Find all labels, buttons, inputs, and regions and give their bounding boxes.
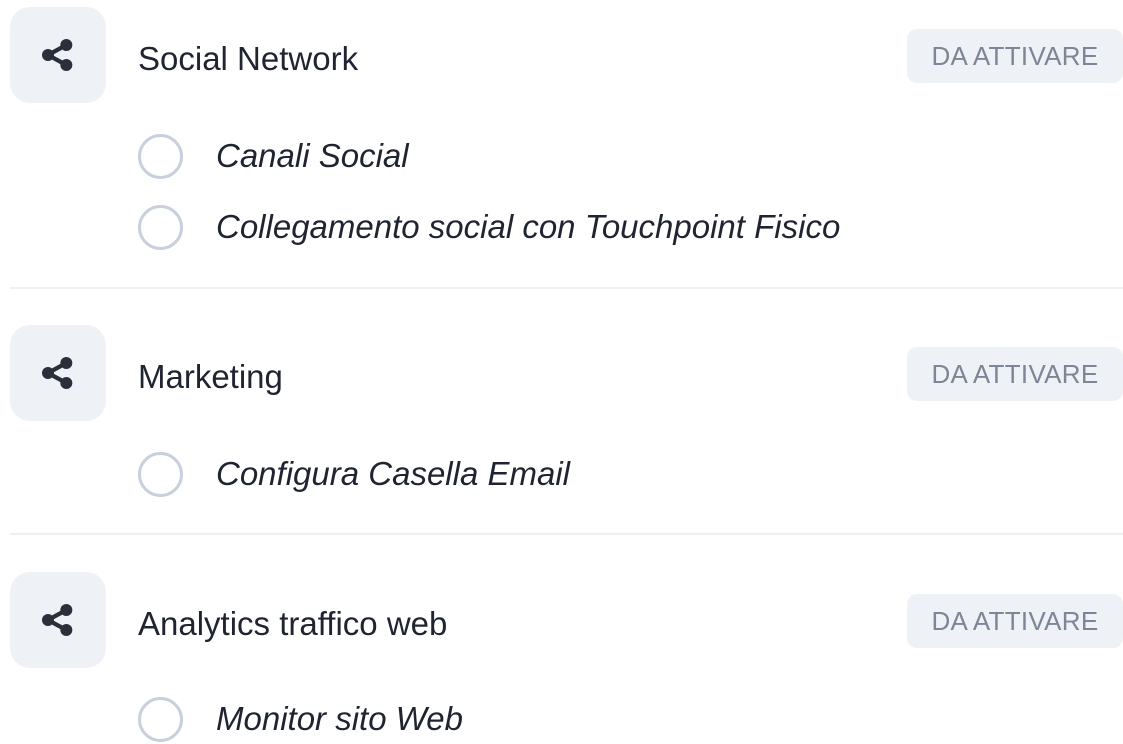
- status-badge: DA ATTIVARE: [907, 29, 1123, 83]
- task-label: Canali Social: [216, 137, 409, 174]
- section-title: Analytics traffico web: [138, 605, 448, 642]
- share-icon: [42, 39, 73, 71]
- task-label: Collegamento social con Touchpoint Fisic…: [216, 208, 841, 245]
- section-social-network: Social Network DA ATTIVARE Canali Social…: [10, 7, 1123, 277]
- section-marketing: Marketing DA ATTIVARE Configura Casella …: [10, 325, 1123, 505]
- section-divider: [10, 533, 1123, 535]
- share-icon: [42, 604, 73, 636]
- section-analytics: Analytics traffico web DA ATTIVARE Monit…: [10, 572, 1123, 742]
- task-label: Monitor sito Web: [216, 700, 463, 737]
- task-item[interactable]: Canali Social: [138, 131, 409, 181]
- status-badge: DA ATTIVARE: [907, 347, 1123, 401]
- section-icon-box: [10, 325, 106, 421]
- task-checkbox[interactable]: [138, 696, 183, 742]
- task-item[interactable]: Monitor sito Web: [138, 694, 463, 744]
- task-checkbox[interactable]: [138, 204, 183, 250]
- task-label: Configura Casella Email: [216, 455, 570, 492]
- task-checkbox[interactable]: [138, 133, 183, 179]
- status-badge: DA ATTIVARE: [907, 594, 1123, 648]
- task-item[interactable]: Configura Casella Email: [138, 449, 570, 499]
- section-icon-box: [10, 572, 106, 668]
- section-icon-box: [10, 7, 106, 103]
- task-item[interactable]: Collegamento social con Touchpoint Fisic…: [138, 202, 840, 252]
- section-title: Social Network: [138, 40, 359, 77]
- task-checkbox[interactable]: [138, 451, 183, 497]
- section-divider: [10, 287, 1123, 289]
- share-icon: [42, 357, 73, 389]
- section-title: Marketing: [138, 358, 283, 395]
